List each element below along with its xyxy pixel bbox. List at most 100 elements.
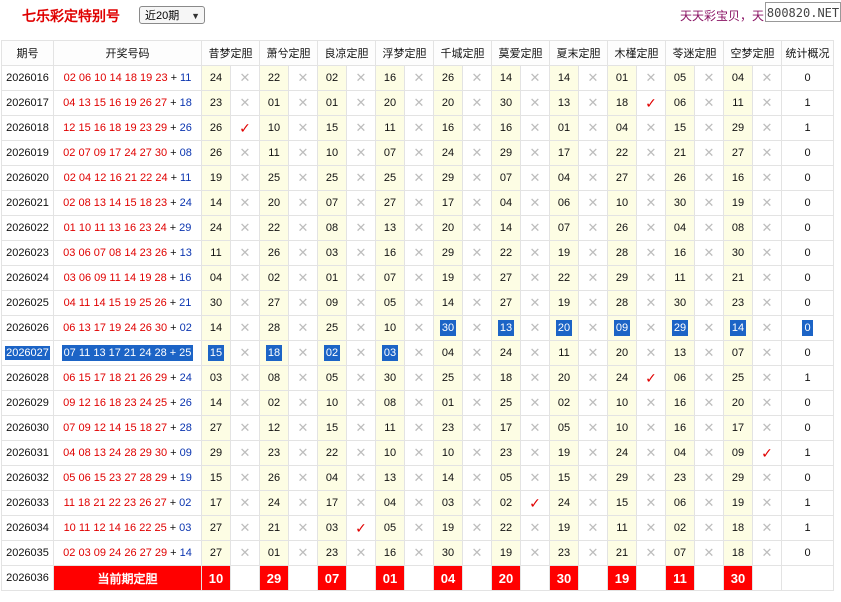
cross-icon: ✕ bbox=[230, 540, 260, 566]
cross-icon: ✕ bbox=[230, 190, 260, 216]
issue-number: 2026027 bbox=[5, 346, 50, 360]
plus-sign: + bbox=[170, 197, 177, 209]
table-row: 2026034 10 11 12 14 16 22 25 +03 27 ✕ 21 ✕ 03 ✓ 0… bbox=[1, 515, 834, 541]
pick-number-cell: 26 bbox=[433, 65, 463, 91]
pick-number: 16 bbox=[673, 397, 687, 409]
stat-value: 0 bbox=[804, 197, 811, 209]
cross-icon: ✕ bbox=[404, 440, 434, 466]
pick-number-cell: 04 bbox=[665, 215, 695, 241]
pick-number-cell: 08 bbox=[317, 215, 347, 241]
pick-number-cell: 23 bbox=[549, 540, 579, 566]
pick-number-cell: 20 bbox=[433, 215, 463, 241]
pick-number: 19 bbox=[557, 447, 571, 459]
pick-number-cell: 24 bbox=[607, 365, 637, 391]
pick-number: 29 bbox=[731, 472, 745, 484]
issue-number: 2026033 bbox=[6, 497, 49, 509]
current-pick-spacer bbox=[578, 565, 608, 591]
pick-number-cell: 01 bbox=[549, 115, 579, 141]
pick-number-cell: 16 bbox=[433, 115, 463, 141]
draw-cell: 03 06 09 11 14 19 28 +16 bbox=[53, 265, 202, 291]
pick-number: 25 bbox=[325, 322, 339, 334]
cross-icon: ✕ bbox=[520, 365, 550, 391]
pick-number: 03 bbox=[441, 497, 455, 509]
pick-number-cell: 09 bbox=[607, 315, 637, 341]
pick-number: 04 bbox=[731, 72, 745, 84]
cross-icon: ✕ bbox=[520, 540, 550, 566]
cross-icon: ✕ bbox=[752, 415, 782, 441]
pick-number: 20 bbox=[441, 97, 455, 109]
pick-number-cell: 25 bbox=[723, 365, 753, 391]
cross-icon: ✕ bbox=[694, 465, 724, 491]
pick-number-cell: 30 bbox=[723, 240, 753, 266]
current-pick: 20 bbox=[491, 565, 521, 591]
draw-cell: 05 06 15 23 27 28 29 +19 bbox=[53, 465, 202, 491]
pick-number: 27 bbox=[615, 172, 629, 184]
cross-icon: ✕ bbox=[346, 265, 376, 291]
cross-icon: ✕ bbox=[288, 90, 318, 116]
stat-cell: 1 bbox=[781, 365, 834, 391]
current-pick: 10 bbox=[201, 565, 231, 591]
pick-number: 10 bbox=[267, 122, 281, 134]
pick-number-cell: 29 bbox=[723, 115, 753, 141]
pick-number: 27 bbox=[209, 547, 223, 559]
cross-icon: ✕ bbox=[404, 90, 434, 116]
cross-icon: ✕ bbox=[230, 465, 260, 491]
pick-number: 24 bbox=[209, 222, 223, 234]
plus-sign: + bbox=[169, 272, 177, 284]
stat-cell: 0 bbox=[781, 65, 834, 91]
stat-value: 0 bbox=[804, 72, 811, 84]
cross-icon: ✕ bbox=[404, 240, 434, 266]
cross-icon: ✕ bbox=[404, 190, 434, 216]
cross-icon: ✕ bbox=[288, 140, 318, 166]
pick-number: 19 bbox=[499, 547, 513, 559]
cross-icon: ✕ bbox=[636, 390, 666, 416]
issue-cell: 2026034 bbox=[1, 515, 54, 541]
pick-number: 12 bbox=[267, 422, 281, 434]
issue-number: 2026028 bbox=[6, 372, 49, 384]
draw-cell: 02 04 12 16 21 22 24 +11 bbox=[53, 165, 202, 191]
cross-icon: ✕ bbox=[404, 65, 434, 91]
cross-icon: ✕ bbox=[346, 215, 376, 241]
period-select[interactable]: 近20期 ▼ bbox=[139, 6, 205, 24]
pick-number-cell: 17 bbox=[317, 490, 347, 516]
cross-icon: ✕ bbox=[752, 540, 782, 566]
pick-number-cell: 02 bbox=[317, 65, 347, 91]
draw-cell: 03 06 07 08 14 23 26 +13 bbox=[53, 240, 202, 266]
check-icon: ✓ bbox=[520, 490, 550, 516]
plus-sign: + bbox=[170, 397, 177, 409]
pick-number-cell: 22 bbox=[491, 515, 521, 541]
pick-number-cell: 16 bbox=[375, 65, 405, 91]
pick-number-cell: 17 bbox=[491, 415, 521, 441]
pick-number-cell: 15 bbox=[317, 115, 347, 141]
cross-icon: ✕ bbox=[636, 165, 666, 191]
issue-cell: 2026031 bbox=[1, 440, 54, 466]
cross-icon: ✕ bbox=[462, 165, 492, 191]
pick-number-cell: 27 bbox=[491, 290, 521, 316]
stat-cell: 1 bbox=[781, 440, 834, 466]
table-row: 2026028 06 15 17 18 21 26 29 +24 03 ✕ 08 ✕ 05 ✕ 3… bbox=[1, 365, 834, 391]
red-balls: 12 15 16 18 19 23 29 bbox=[63, 122, 168, 134]
pick-number-cell: 18 bbox=[723, 515, 753, 541]
pick-number: 10 bbox=[615, 422, 629, 434]
pick-number-cell: 04 bbox=[433, 340, 463, 366]
cross-icon: ✕ bbox=[288, 165, 318, 191]
current-pick: 01 bbox=[375, 565, 405, 591]
col-draw: 开奖号码 bbox=[53, 40, 202, 66]
pick-number-cell: 10 bbox=[375, 440, 405, 466]
cross-icon: ✕ bbox=[578, 340, 608, 366]
cross-icon: ✕ bbox=[230, 140, 260, 166]
cross-icon: ✕ bbox=[578, 365, 608, 391]
pick-number: 05 bbox=[499, 472, 513, 484]
pick-number-cell: 28 bbox=[607, 290, 637, 316]
pick-number: 22 bbox=[325, 447, 339, 459]
red-balls: 02 03 09 24 26 27 29 bbox=[63, 547, 168, 559]
cross-icon: ✕ bbox=[288, 65, 318, 91]
slogan-link[interactable]: 天天彩宝贝，天 bbox=[680, 7, 764, 24]
draw-numbers: 12 15 16 18 19 23 29 +26 bbox=[63, 122, 192, 134]
cross-icon: ✕ bbox=[520, 140, 550, 166]
cross-icon: ✕ bbox=[578, 290, 608, 316]
stat-cell: 0 bbox=[781, 465, 834, 491]
pick-number: 13 bbox=[673, 347, 687, 359]
current-pick-spacer bbox=[404, 565, 434, 591]
plus-sign: + bbox=[169, 297, 177, 309]
